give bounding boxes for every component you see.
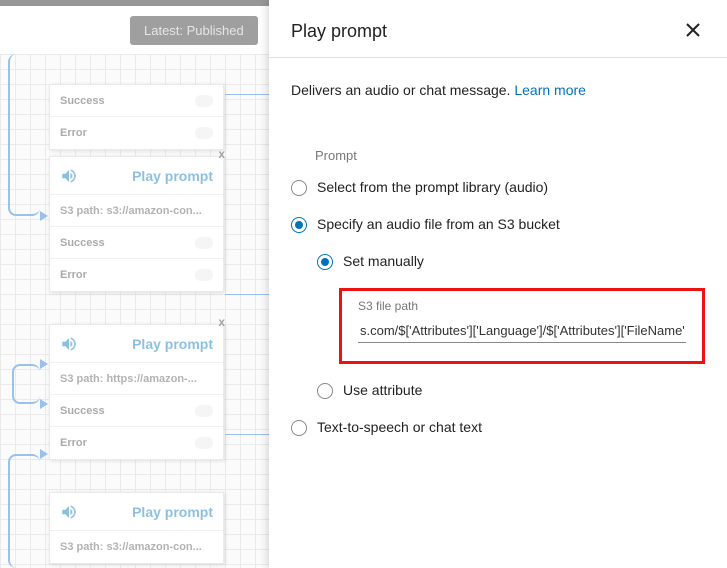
output-port[interactable] (195, 269, 213, 281)
connector (8, 454, 40, 568)
output-port[interactable] (195, 237, 213, 249)
connector (12, 364, 40, 404)
speaker-icon (60, 503, 78, 521)
output-port[interactable] (195, 437, 213, 449)
s3-file-path-input[interactable] (358, 319, 686, 343)
radio-label: Text-to-speech or chat text (317, 419, 482, 435)
radio-label: Specify an audio file from an S3 bucket (317, 216, 560, 232)
arrow-icon (40, 399, 48, 409)
radio-icon (291, 180, 307, 196)
block-subtext: S3 path: s3://amazon-con... (50, 195, 223, 227)
s3-sub-options: Set manually S3 file path Use attribute (317, 253, 705, 399)
block-header[interactable]: Play prompt (50, 493, 223, 531)
radio-tts[interactable]: Text-to-speech or chat text (291, 419, 705, 436)
panel-description: Delivers an audio or chat message. Learn… (291, 82, 705, 98)
panel-header: Play prompt (269, 0, 727, 58)
block-output-error[interactable]: Error (50, 117, 223, 149)
flow-block[interactable]: Success Error (49, 84, 224, 150)
s3-path-input-highlight: S3 file path (339, 288, 705, 364)
radio-icon (317, 383, 333, 399)
panel-body: Delivers an audio or chat message. Learn… (269, 58, 727, 568)
block-output-error[interactable]: Error (50, 259, 223, 291)
radio-icon (291, 217, 307, 233)
radio-s3-bucket[interactable]: Specify an audio file from an S3 bucket (291, 216, 705, 233)
close-icon[interactable]: x (218, 315, 225, 329)
flow-block-play-prompt[interactable]: x Play prompt S3 path: https://amazon-..… (49, 324, 224, 460)
flow-block-play-prompt[interactable]: x Play prompt S3 path: s3://amazon-con..… (49, 156, 224, 292)
subtext-label: S3 path: s3://amazon-con... (60, 541, 202, 553)
publish-status-button[interactable]: Latest: Published (130, 16, 258, 45)
radio-label: Select from the prompt library (audio) (317, 179, 548, 195)
output-port[interactable] (195, 127, 213, 139)
close-icon[interactable]: x (218, 147, 225, 161)
arrow-icon (40, 449, 48, 459)
radio-label: Set manually (343, 253, 424, 269)
description-text: Delivers an audio or chat message. (291, 82, 514, 98)
block-title: Play prompt (132, 168, 213, 184)
close-icon (685, 22, 701, 38)
panel-title: Play prompt (291, 21, 387, 42)
output-label: Success (60, 237, 195, 249)
speaker-icon (60, 167, 78, 185)
block-subtext: S3 path: https://amazon-... (50, 363, 223, 395)
close-button[interactable] (681, 18, 705, 45)
block-title: Play prompt (132, 336, 213, 352)
output-label: Error (60, 437, 195, 449)
block-output-error[interactable]: Error (50, 427, 223, 459)
subtext-label: S3 path: s3://amazon-con... (60, 205, 202, 217)
radio-label: Use attribute (343, 382, 422, 398)
output-label: Success (60, 95, 195, 107)
radio-icon (291, 420, 307, 436)
connector (8, 54, 40, 216)
output-port[interactable] (195, 405, 213, 417)
properties-panel: Play prompt Delivers an audio or chat me… (269, 0, 727, 568)
radio-prompt-library[interactable]: Select from the prompt library (audio) (291, 179, 705, 196)
arrow-icon (40, 211, 48, 221)
block-header[interactable]: x Play prompt (50, 157, 223, 195)
learn-more-link[interactable]: Learn more (514, 82, 586, 98)
block-output-success[interactable]: Success (50, 85, 223, 117)
speaker-icon (60, 335, 78, 353)
arrow-icon (40, 359, 48, 369)
prompt-type-radio-group: Select from the prompt library (audio) S… (291, 179, 705, 436)
radio-icon (317, 254, 333, 270)
output-label: Error (60, 269, 195, 281)
block-title: Play prompt (132, 504, 213, 520)
output-label: Success (60, 405, 195, 417)
block-subtext: S3 path: s3://amazon-con... (50, 531, 223, 563)
output-label: Error (60, 127, 195, 139)
block-output-success[interactable]: Success (50, 395, 223, 427)
radio-use-attribute[interactable]: Use attribute (317, 382, 705, 399)
flow-block-play-prompt[interactable]: Play prompt S3 path: s3://amazon-con... (49, 492, 224, 564)
input-label: S3 file path (358, 299, 686, 313)
block-output-success[interactable]: Success (50, 227, 223, 259)
output-port[interactable] (195, 95, 213, 107)
section-label-prompt: Prompt (315, 148, 705, 163)
radio-set-manually[interactable]: Set manually (317, 253, 705, 270)
subtext-label: S3 path: https://amazon-... (60, 373, 197, 385)
block-header[interactable]: x Play prompt (50, 325, 223, 363)
